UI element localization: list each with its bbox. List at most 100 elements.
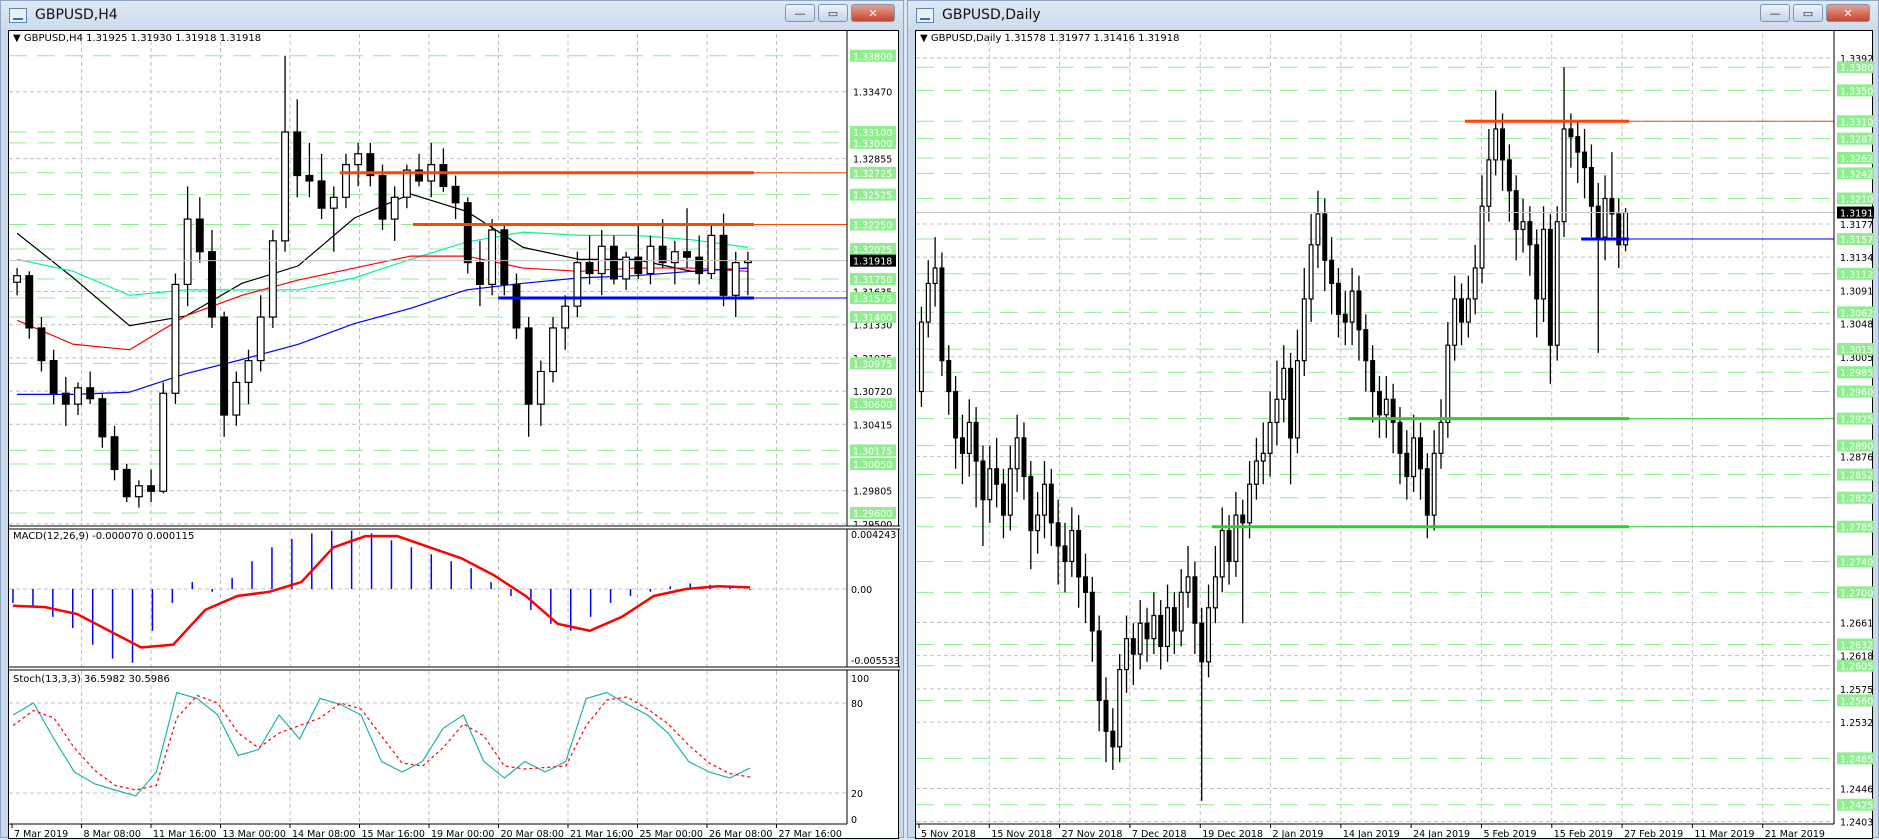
h4-chart-area[interactable]: 7 Mar 2019 8 Mar 08:00 11 Mar 16:00 13 Mar … bbox=[8, 30, 900, 840]
time-label: 27 Feb 2019 bbox=[1624, 829, 1683, 840]
minimize-button[interactable]: — bbox=[785, 4, 815, 22]
h4-title-bar[interactable]: GBPUSD,H4 — ▭ ✕ bbox=[1, 1, 903, 29]
bear-candle bbox=[939, 267, 945, 362]
bull-candle bbox=[1520, 221, 1526, 230]
bear-candle bbox=[1329, 259, 1335, 285]
level-label: 1.28525 bbox=[1840, 471, 1874, 482]
bear-candle bbox=[1376, 390, 1382, 416]
daily-chart-canvas[interactable]: 5 Nov 2018 15 Nov 2018 27 Nov 2018 7 Dec 20… bbox=[916, 31, 1874, 840]
time-label: 5 Nov 2018 bbox=[921, 829, 976, 840]
daily-chart-area[interactable]: 5 Nov 2018 15 Nov 2018 27 Nov 2018 7 Dec 20… bbox=[915, 30, 1874, 840]
bear-candle bbox=[195, 218, 204, 253]
restore-button[interactable]: ▭ bbox=[818, 4, 848, 22]
bear-candle bbox=[1048, 483, 1054, 524]
price-axis-label: 1.25750 bbox=[1840, 685, 1874, 696]
bull-candle bbox=[1260, 452, 1266, 462]
bear-candle bbox=[1568, 128, 1574, 138]
bull-candle bbox=[13, 275, 22, 283]
bull-candle bbox=[561, 305, 570, 329]
level-label: 1.24850 bbox=[1840, 754, 1874, 765]
h4-chart-canvas[interactable]: 7 Mar 2019 8 Mar 08:00 11 Mar 16:00 13 Mar … bbox=[9, 31, 900, 840]
bull-candle bbox=[256, 316, 265, 362]
time-label: 5 Feb 2019 bbox=[1483, 829, 1536, 840]
bull-candle bbox=[646, 245, 655, 275]
level-label: 1.32425 bbox=[1840, 169, 1874, 180]
price-axis-label: 1.28760 bbox=[1840, 452, 1874, 463]
bear-candle bbox=[293, 131, 302, 177]
bear-candle bbox=[1103, 699, 1109, 732]
bear-candle bbox=[500, 229, 509, 285]
time-label: 15 Feb 2019 bbox=[1554, 829, 1613, 840]
bear-candle bbox=[1609, 197, 1615, 215]
macd-axis-label: 0.00 bbox=[851, 585, 872, 596]
bull-candle bbox=[281, 131, 290, 242]
bull-candle bbox=[1315, 213, 1321, 246]
bull-candle bbox=[1233, 514, 1239, 563]
time-label: 26 Mar 08:00 bbox=[709, 829, 772, 840]
level-label: 1.28225 bbox=[1840, 494, 1874, 505]
level-label: 1.33000 bbox=[853, 139, 892, 150]
price-axis-label: 1.26610 bbox=[1840, 618, 1874, 629]
bull-candle bbox=[1465, 298, 1471, 323]
bull-candle bbox=[1185, 576, 1191, 593]
stoch-main-line bbox=[12, 691, 751, 797]
bear-candle bbox=[1527, 221, 1533, 246]
bull-candle bbox=[1486, 159, 1492, 207]
bull-candle bbox=[1219, 529, 1225, 578]
stoch-axis-label: 100 bbox=[851, 674, 869, 685]
bear-candle bbox=[147, 485, 156, 492]
bull-candle bbox=[1472, 267, 1478, 300]
bear-candle bbox=[1363, 329, 1369, 362]
level-label: 1.27850 bbox=[1840, 523, 1874, 534]
bear-candle bbox=[609, 245, 618, 280]
time-label: 14 Mar 08:00 bbox=[292, 829, 355, 840]
time-label: 21 Mar 16:00 bbox=[570, 829, 633, 840]
level-label: 1.32625 bbox=[1840, 154, 1874, 165]
bull-candle bbox=[1041, 483, 1047, 516]
bear-candle bbox=[1055, 522, 1061, 547]
close-button[interactable]: ✕ bbox=[1826, 4, 1870, 22]
bull-candle bbox=[390, 196, 399, 220]
time-label: 14 Jan 2019 bbox=[1343, 829, 1400, 840]
level-label: 1.32875 bbox=[1840, 135, 1874, 146]
time-label: 7 Mar 2019 bbox=[14, 829, 68, 840]
bear-candle bbox=[1240, 514, 1246, 524]
bear-candle bbox=[980, 460, 986, 501]
bear-candle bbox=[451, 185, 460, 204]
level-label: 1.33100 bbox=[1840, 117, 1874, 128]
bear-candle bbox=[1226, 529, 1232, 563]
bear-candle bbox=[86, 387, 95, 400]
bull-candle bbox=[1301, 298, 1307, 362]
chart-window-icon bbox=[916, 7, 934, 23]
bull-candle bbox=[1493, 128, 1499, 161]
daily-window-title: GBPUSD,Daily bbox=[942, 7, 1041, 23]
restore-button[interactable]: ▭ bbox=[1793, 4, 1823, 22]
bull-candle bbox=[244, 360, 253, 383]
bull-candle bbox=[1294, 360, 1300, 439]
level-label: 1.30150 bbox=[1840, 345, 1874, 356]
h4-chart-window[interactable]: GBPUSD,H4 — ▭ ✕ 7 Mar 2019 8 Mar 08:00 11 … bbox=[0, 0, 904, 840]
daily-title-bar[interactable]: GBPUSD,Daily — ▭ ✕ bbox=[908, 1, 1878, 29]
bear-candle bbox=[1192, 576, 1198, 624]
bull-candle bbox=[354, 153, 363, 166]
time-label: 11 Mar 2019 bbox=[1694, 829, 1754, 840]
bull-candle bbox=[1117, 668, 1123, 748]
level-label: 1.30600 bbox=[853, 400, 892, 411]
level-label: 1.30975 bbox=[853, 359, 892, 370]
bear-candle bbox=[220, 316, 229, 416]
bear-candle bbox=[1000, 483, 1006, 516]
chart-window-icon bbox=[9, 7, 27, 23]
bull-candle bbox=[329, 196, 338, 209]
bull-candle bbox=[1445, 344, 1451, 424]
bull-candle bbox=[1267, 421, 1273, 454]
close-button[interactable]: ✕ bbox=[851, 4, 895, 22]
macd-axis-label: -0.005533 bbox=[851, 656, 900, 667]
bull-candle bbox=[1281, 367, 1287, 400]
level-label: 1.29600 bbox=[853, 509, 892, 520]
bear-candle bbox=[1062, 545, 1068, 563]
time-label: 19 Mar 00:00 bbox=[431, 829, 494, 840]
minimize-button[interactable]: — bbox=[1760, 4, 1790, 22]
time-label: 11 Mar 16:00 bbox=[153, 829, 216, 840]
daily-chart-window[interactable]: GBPUSD,Daily — ▭ ✕ 5 Nov 2018 15 Nov 2018… bbox=[907, 0, 1879, 840]
bull-candle bbox=[573, 262, 582, 307]
